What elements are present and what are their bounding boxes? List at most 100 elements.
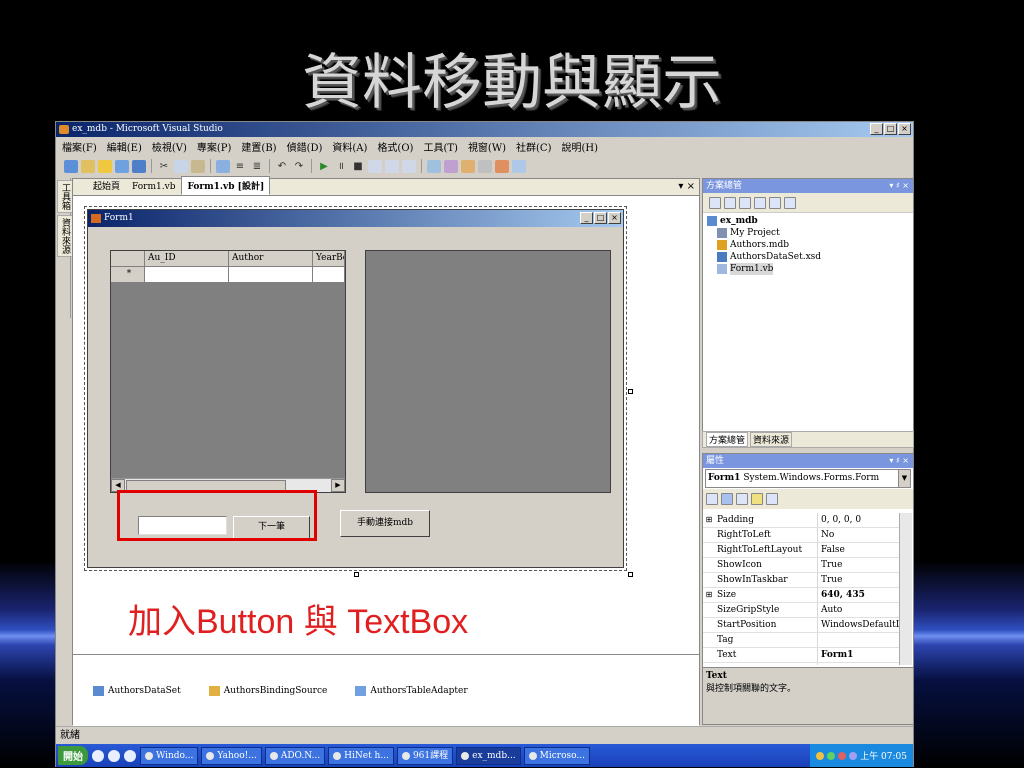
menu-community[interactable]: 社群(C): [516, 139, 551, 154]
tab-start-page[interactable]: 起始頁: [87, 176, 126, 195]
tray-icon[interactable]: [838, 751, 847, 760]
taskbar-task[interactable]: HiNet h...: [328, 746, 394, 765]
start-page-icon[interactable]: [495, 159, 509, 173]
tree-item[interactable]: My Project: [707, 227, 909, 239]
menu-file[interactable]: 檔案(F): [62, 139, 97, 154]
refresh-icon[interactable]: [739, 196, 751, 209]
property-row[interactable]: ShowIcon True: [703, 558, 901, 573]
form-close-button[interactable]: ×: [608, 212, 621, 224]
ie-icon[interactable]: [92, 749, 104, 762]
resize-handle[interactable]: [354, 572, 359, 577]
expand-icon[interactable]: [703, 663, 715, 665]
property-grid-scrollbar[interactable]: [899, 513, 912, 665]
paste-icon[interactable]: [191, 159, 205, 173]
save-icon[interactable]: [115, 159, 129, 173]
class-diagram-icon[interactable]: [784, 196, 796, 209]
property-row[interactable]: RightToLeft No: [703, 528, 901, 543]
property-pages-icon[interactable]: [766, 493, 778, 505]
maximize-button[interactable]: □: [884, 123, 897, 135]
property-row[interactable]: ⊞ Size 640, 435: [703, 588, 901, 603]
windows-icon[interactable]: [512, 159, 526, 173]
tray-icon[interactable]: [827, 751, 836, 760]
events-icon[interactable]: [751, 493, 763, 505]
property-value[interactable]: False: [818, 663, 901, 665]
connect-mdb-button[interactable]: 手動連接mdb: [340, 510, 430, 537]
redo-icon[interactable]: ↷: [292, 160, 306, 173]
panel-controls[interactable]: ▾ ♯ ×: [889, 179, 909, 193]
taskbar-task[interactable]: Microso...: [523, 746, 590, 765]
property-row[interactable]: RightToLeftLayout False: [703, 543, 901, 558]
add-item-icon[interactable]: [81, 159, 95, 173]
tree-item[interactable]: Form1.vb: [707, 263, 909, 275]
taskbar-task[interactable]: Yahoo!...: [201, 746, 262, 765]
tab-form1-code[interactable]: Form1.vb: [126, 179, 181, 195]
tray-dataset[interactable]: AuthorsDataSet: [93, 685, 181, 696]
property-row[interactable]: Text Form1: [703, 648, 901, 663]
undo-icon[interactable]: ↶: [275, 160, 289, 173]
alphabetical-icon[interactable]: [721, 493, 733, 505]
tray-icon[interactable]: [816, 751, 825, 760]
desktop-icon[interactable]: [108, 749, 120, 762]
expand-icon[interactable]: ⊞: [703, 588, 715, 602]
start-button[interactable]: 開始: [58, 746, 88, 765]
menu-help[interactable]: 說明(H): [562, 139, 599, 154]
menu-format[interactable]: 格式(O): [377, 139, 413, 154]
expand-icon[interactable]: ⊞: [703, 513, 715, 527]
property-value[interactable]: 0, 0, 0, 0: [818, 513, 901, 527]
object-browser-icon[interactable]: [461, 159, 475, 173]
expand-icon[interactable]: [703, 573, 715, 587]
tree-root[interactable]: ex_mdb: [707, 215, 909, 227]
menu-project[interactable]: 專案(P): [197, 139, 232, 154]
expand-icon[interactable]: [703, 528, 715, 542]
grid-column-header[interactable]: Author: [229, 251, 313, 267]
property-value[interactable]: True: [818, 573, 901, 587]
expand-icon[interactable]: [703, 558, 715, 572]
pause-icon[interactable]: ॥: [334, 160, 348, 173]
grid-cell[interactable]: [313, 267, 345, 283]
datagridview[interactable]: Au_ID Author YearBo * ◀ ▶: [110, 250, 346, 493]
grid-new-row[interactable]: *: [111, 267, 345, 283]
taskbar-task[interactable]: ADO.N...: [264, 746, 326, 765]
minimize-button[interactable]: _: [870, 123, 883, 135]
tree-item[interactable]: Authors.mdb: [707, 239, 909, 251]
grid-column-header[interactable]: YearBo: [313, 251, 345, 267]
step-over-icon[interactable]: [385, 159, 399, 173]
tab-form1-design[interactable]: Form1.vb [設計]: [181, 176, 271, 195]
menu-view[interactable]: 檢視(V): [152, 139, 187, 154]
menu-window[interactable]: 視窗(W): [468, 139, 506, 154]
tray-icon[interactable]: [849, 751, 858, 760]
step-out-icon[interactable]: [402, 159, 416, 173]
expand-icon[interactable]: [703, 633, 715, 647]
property-value[interactable]: No: [818, 528, 901, 542]
property-row[interactable]: ShowInTaskbar True: [703, 573, 901, 588]
property-value[interactable]: [818, 633, 901, 647]
view-designer-icon[interactable]: [769, 196, 781, 209]
open-file-icon[interactable]: [98, 159, 112, 173]
start-debug-icon[interactable]: ▶: [317, 160, 331, 173]
property-row[interactable]: Tag: [703, 633, 901, 648]
tray-bindingsource[interactable]: AuthorsBindingSource: [208, 685, 327, 696]
tray-tableadapter[interactable]: AuthorsTableAdapter: [355, 685, 468, 696]
property-row[interactable]: ⊞ Padding 0, 0, 0, 0: [703, 513, 901, 528]
save-all-icon[interactable]: [132, 159, 146, 173]
scroll-right-icon[interactable]: ▶: [331, 479, 345, 492]
new-project-icon[interactable]: [64, 159, 78, 173]
menu-data[interactable]: 資料(A): [332, 139, 367, 154]
tab-close-controls[interactable]: ▾ ×: [678, 181, 695, 192]
expand-icon[interactable]: [703, 543, 715, 557]
grid-column-header[interactable]: Au_ID: [145, 251, 229, 267]
tab-data-sources[interactable]: 資料來源: [750, 432, 793, 447]
expand-icon[interactable]: [703, 603, 715, 617]
form-maximize-button[interactable]: □: [594, 212, 607, 224]
property-value[interactable]: WindowsDefaultLoc: [818, 618, 901, 632]
properties-icon[interactable]: [444, 159, 458, 173]
taskbar-task[interactable]: ex_mdb...: [456, 746, 521, 765]
menu-edit[interactable]: 編輯(E): [107, 139, 142, 154]
properties-icon[interactable]: [709, 196, 721, 209]
panel-controls[interactable]: ▾ ♯ ×: [889, 454, 909, 468]
stop-icon[interactable]: ■: [351, 160, 365, 173]
property-value[interactable]: False: [818, 543, 901, 557]
property-value[interactable]: Auto: [818, 603, 901, 617]
toolbox-icon[interactable]: [478, 159, 492, 173]
resize-handle[interactable]: [628, 572, 633, 577]
